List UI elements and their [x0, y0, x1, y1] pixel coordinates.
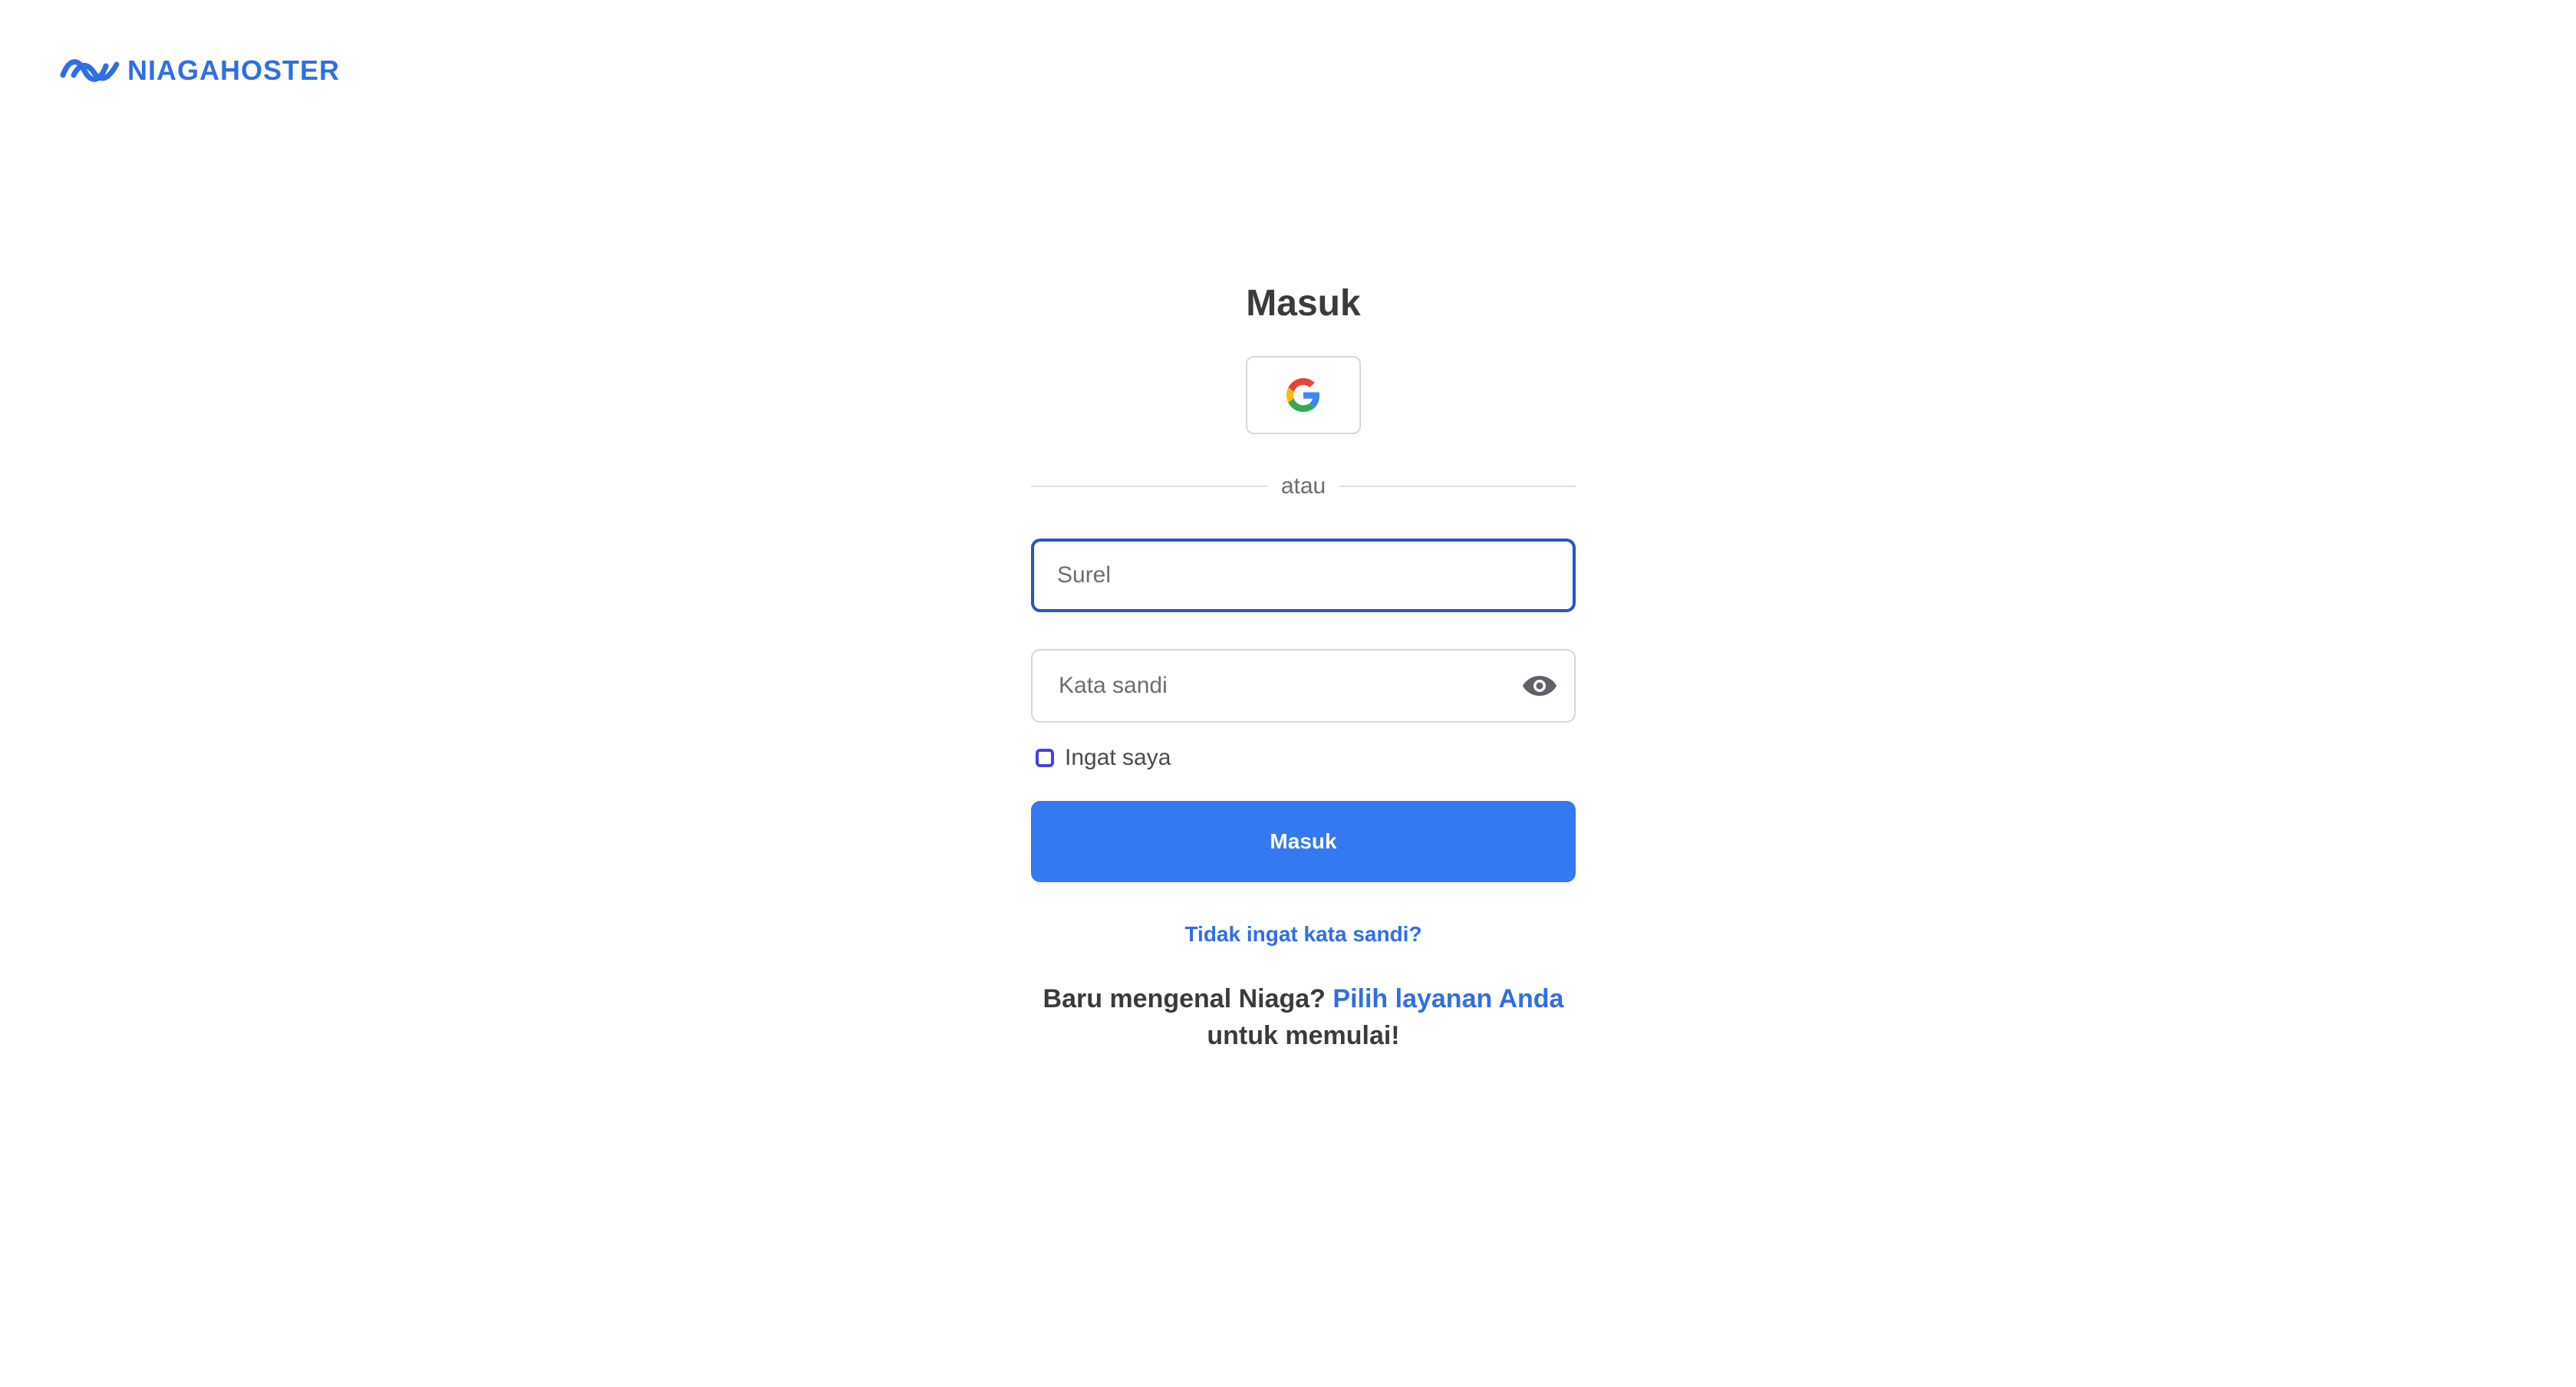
signup-prompt: Baru mengenal Niaga? Pilih layanan Anda …	[1031, 980, 1576, 1054]
remember-me-row: Ingat saya	[1031, 744, 1576, 772]
divider-line-left	[1031, 486, 1267, 487]
or-divider: atau	[1031, 473, 1576, 500]
brand-name: NIAGAHOSTER	[127, 54, 341, 86]
google-login-button[interactable]	[1246, 356, 1361, 434]
remember-me-checkbox[interactable]	[1036, 749, 1054, 767]
divider-text: atau	[1280, 473, 1326, 499]
login-page: NIAGAHOSTER Masuk atau Surel Ingat saya …	[0, 0, 2576, 1387]
password-field-wrapper	[1031, 649, 1576, 723]
brand-logo[interactable]: NIAGAHOSTER	[60, 54, 340, 87]
login-form: Masuk atau Surel Ingat saya Masuk Tidak …	[1031, 276, 1576, 1054]
password-field[interactable]	[1033, 651, 1574, 721]
signup-prefix: Baru mengenal Niaga?	[1043, 984, 1326, 1013]
choose-service-link[interactable]: Pilih layanan Anda	[1332, 984, 1563, 1013]
eye-icon[interactable]	[1520, 670, 1559, 701]
forgot-password-link[interactable]: Tidak ingat kata sandi?	[1031, 921, 1576, 948]
remember-me-label[interactable]: Ingat saya	[1065, 744, 1171, 772]
signup-suffix: untuk memulai!	[1207, 1021, 1400, 1050]
login-submit-button[interactable]: Masuk	[1031, 801, 1576, 882]
page-title: Masuk	[1246, 283, 1361, 324]
niagahoster-wave-icon	[60, 55, 120, 86]
email-field-wrapper	[1031, 539, 1576, 612]
divider-line-right	[1339, 486, 1576, 487]
email-field[interactable]	[1034, 542, 1573, 609]
